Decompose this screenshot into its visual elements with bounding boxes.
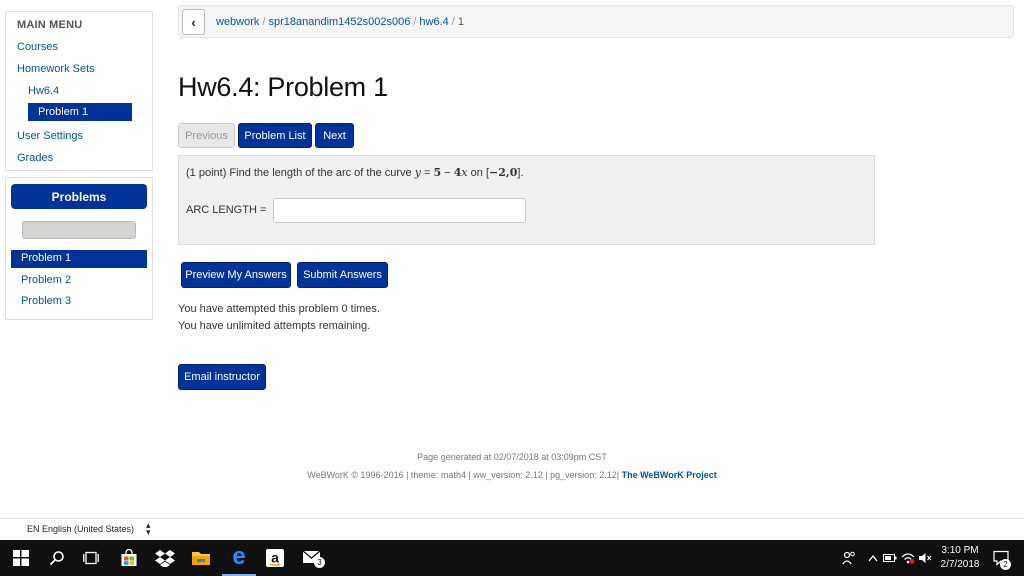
problem-panel: (1 point) Find the length of the arc of … xyxy=(178,155,875,245)
store-icon[interactable] xyxy=(114,540,144,576)
menu-link-problem-active[interactable]: Problem 1 xyxy=(28,103,132,121)
previous-button[interactable]: Previous xyxy=(178,123,235,148)
notification-badge: 2 xyxy=(1000,559,1011,570)
breadcrumb-current: 1 xyxy=(457,16,464,28)
page-title: Hw6.4: Problem 1 xyxy=(178,72,388,102)
breadcrumb: ‹ webwork / spr18anandim1452s002s006/hw6.4… xyxy=(178,5,1014,38)
breadcrumb-course[interactable]: spr18anandim1452s002s006 xyxy=(268,16,410,28)
arc-length-input[interactable] xyxy=(273,198,526,223)
problem-list-item-3[interactable]: Problem 3 xyxy=(11,293,147,311)
menu-link-user-settings[interactable]: User Settings xyxy=(17,130,83,142)
language-select[interactable]: EN English (United States) xyxy=(27,524,134,534)
problem-points: (1 point) xyxy=(186,167,227,179)
answer-label: ARC LENGTH = xyxy=(186,204,266,216)
problem-statement: (1 point) Find the length of the arc of … xyxy=(186,166,524,179)
amazon-icon[interactable]: a xyxy=(260,540,290,576)
chevron-left-icon: ‹ xyxy=(191,14,196,30)
dropbox-icon[interactable] xyxy=(150,540,180,576)
attempts-remaining-text: You have unlimited attempts remaining. xyxy=(178,320,371,332)
math-constant: 5 xyxy=(433,166,442,179)
file-explorer-icon[interactable] xyxy=(186,540,216,576)
search-icon[interactable] xyxy=(42,540,72,576)
main-menu-header: MAIN MENU xyxy=(17,19,83,31)
problem-list-item-2[interactable]: Problem 2 xyxy=(11,272,147,290)
breadcrumb-set[interactable]: hw6.4 xyxy=(419,16,448,28)
battery-icon[interactable] xyxy=(882,540,898,576)
problem-list-item-1[interactable]: Problem 1 xyxy=(11,250,147,268)
svg-text:a: a xyxy=(271,550,279,566)
windows-icon[interactable] xyxy=(6,540,36,576)
math-equals: = xyxy=(424,167,431,179)
language-bar: EN English (United States) ▴ ▾ xyxy=(0,518,1024,540)
chevron-up-icon[interactable] xyxy=(866,540,880,576)
period: . xyxy=(520,167,524,179)
answer-label-text: ARC LENGTH xyxy=(186,204,257,216)
footer-generated: Page generated at 02/07/2018 at 03:09pm … xyxy=(417,452,607,462)
mail-badge: 3 xyxy=(314,557,325,568)
edge-icon[interactable]: e xyxy=(222,540,256,576)
attempts-text: You have attempted this problem 0 times. xyxy=(178,303,380,315)
breadcrumb-trail: webwork / spr18anandim1452s002s006/hw6.4/1 xyxy=(216,16,464,28)
breadcrumb-webwork[interactable]: webwork xyxy=(216,16,259,28)
back-button[interactable]: ‹ xyxy=(182,9,205,35)
footer-credits-text: WeBWorK © 1996-2016 | theme: math4 | ww_… xyxy=(307,470,620,480)
interval-start: −2 xyxy=(489,166,506,179)
math-x: x xyxy=(461,166,468,179)
on-word: on xyxy=(470,167,483,179)
webwork-page: MAIN MENU Courses Homework Sets Hw6.4 Pr… xyxy=(0,0,1024,540)
math-minus: − xyxy=(444,167,451,179)
clock-time: 3:10 PM xyxy=(941,545,979,556)
email-instructor-button[interactable]: Email instructor xyxy=(178,364,266,390)
people-icon[interactable] xyxy=(840,540,858,576)
breadcrumb-separator: / xyxy=(451,16,455,28)
menu-link-grades[interactable]: Grades xyxy=(17,152,53,164)
next-button[interactable]: Next xyxy=(315,123,354,148)
menu-link-hw-set[interactable]: Hw6.4 xyxy=(28,85,59,97)
problem-prompt: Find the length of the arc of the curve xyxy=(229,167,412,179)
menu-link-courses[interactable]: Courses xyxy=(17,41,58,53)
select-arrows-icon[interactable]: ▴ ▾ xyxy=(146,521,151,537)
clock-date: 2/7/2018 xyxy=(940,559,980,570)
preview-answers-button[interactable]: Preview My Answers xyxy=(181,262,291,288)
problem-list-button[interactable]: Problem List xyxy=(238,123,312,148)
problems-progress-bar xyxy=(22,221,136,239)
network-icon[interactable] xyxy=(900,540,916,576)
clock[interactable]: 3:10 PM 2/7/2018 xyxy=(930,544,990,572)
submit-answers-button[interactable]: Submit Answers xyxy=(297,262,388,288)
answer-equals: = xyxy=(259,204,267,216)
notifications-icon[interactable]: 2 xyxy=(990,540,1012,576)
mail-icon[interactable]: 3 xyxy=(296,540,330,576)
problems-panel: Problems Problem 1 Problem 2 Problem 3 xyxy=(5,177,153,320)
windows-taskbar: e a 3 3:10 PM 2/7/2018 2 xyxy=(0,540,1024,576)
footer-credits: WeBWorK © 1996-2016 | theme: math4 | ww_… xyxy=(0,470,1024,480)
menu-link-homework-sets[interactable]: Homework Sets xyxy=(17,63,95,75)
edge-glyph: e xyxy=(232,543,246,570)
main-menu: MAIN MENU Courses Homework Sets Hw6.4 Pr… xyxy=(5,11,153,171)
math-y: y xyxy=(414,166,421,179)
task-view-icon[interactable] xyxy=(76,540,106,576)
webwork-project-link[interactable]: The WeBWorK Project xyxy=(622,470,717,480)
problems-heading: Problems xyxy=(11,184,147,209)
